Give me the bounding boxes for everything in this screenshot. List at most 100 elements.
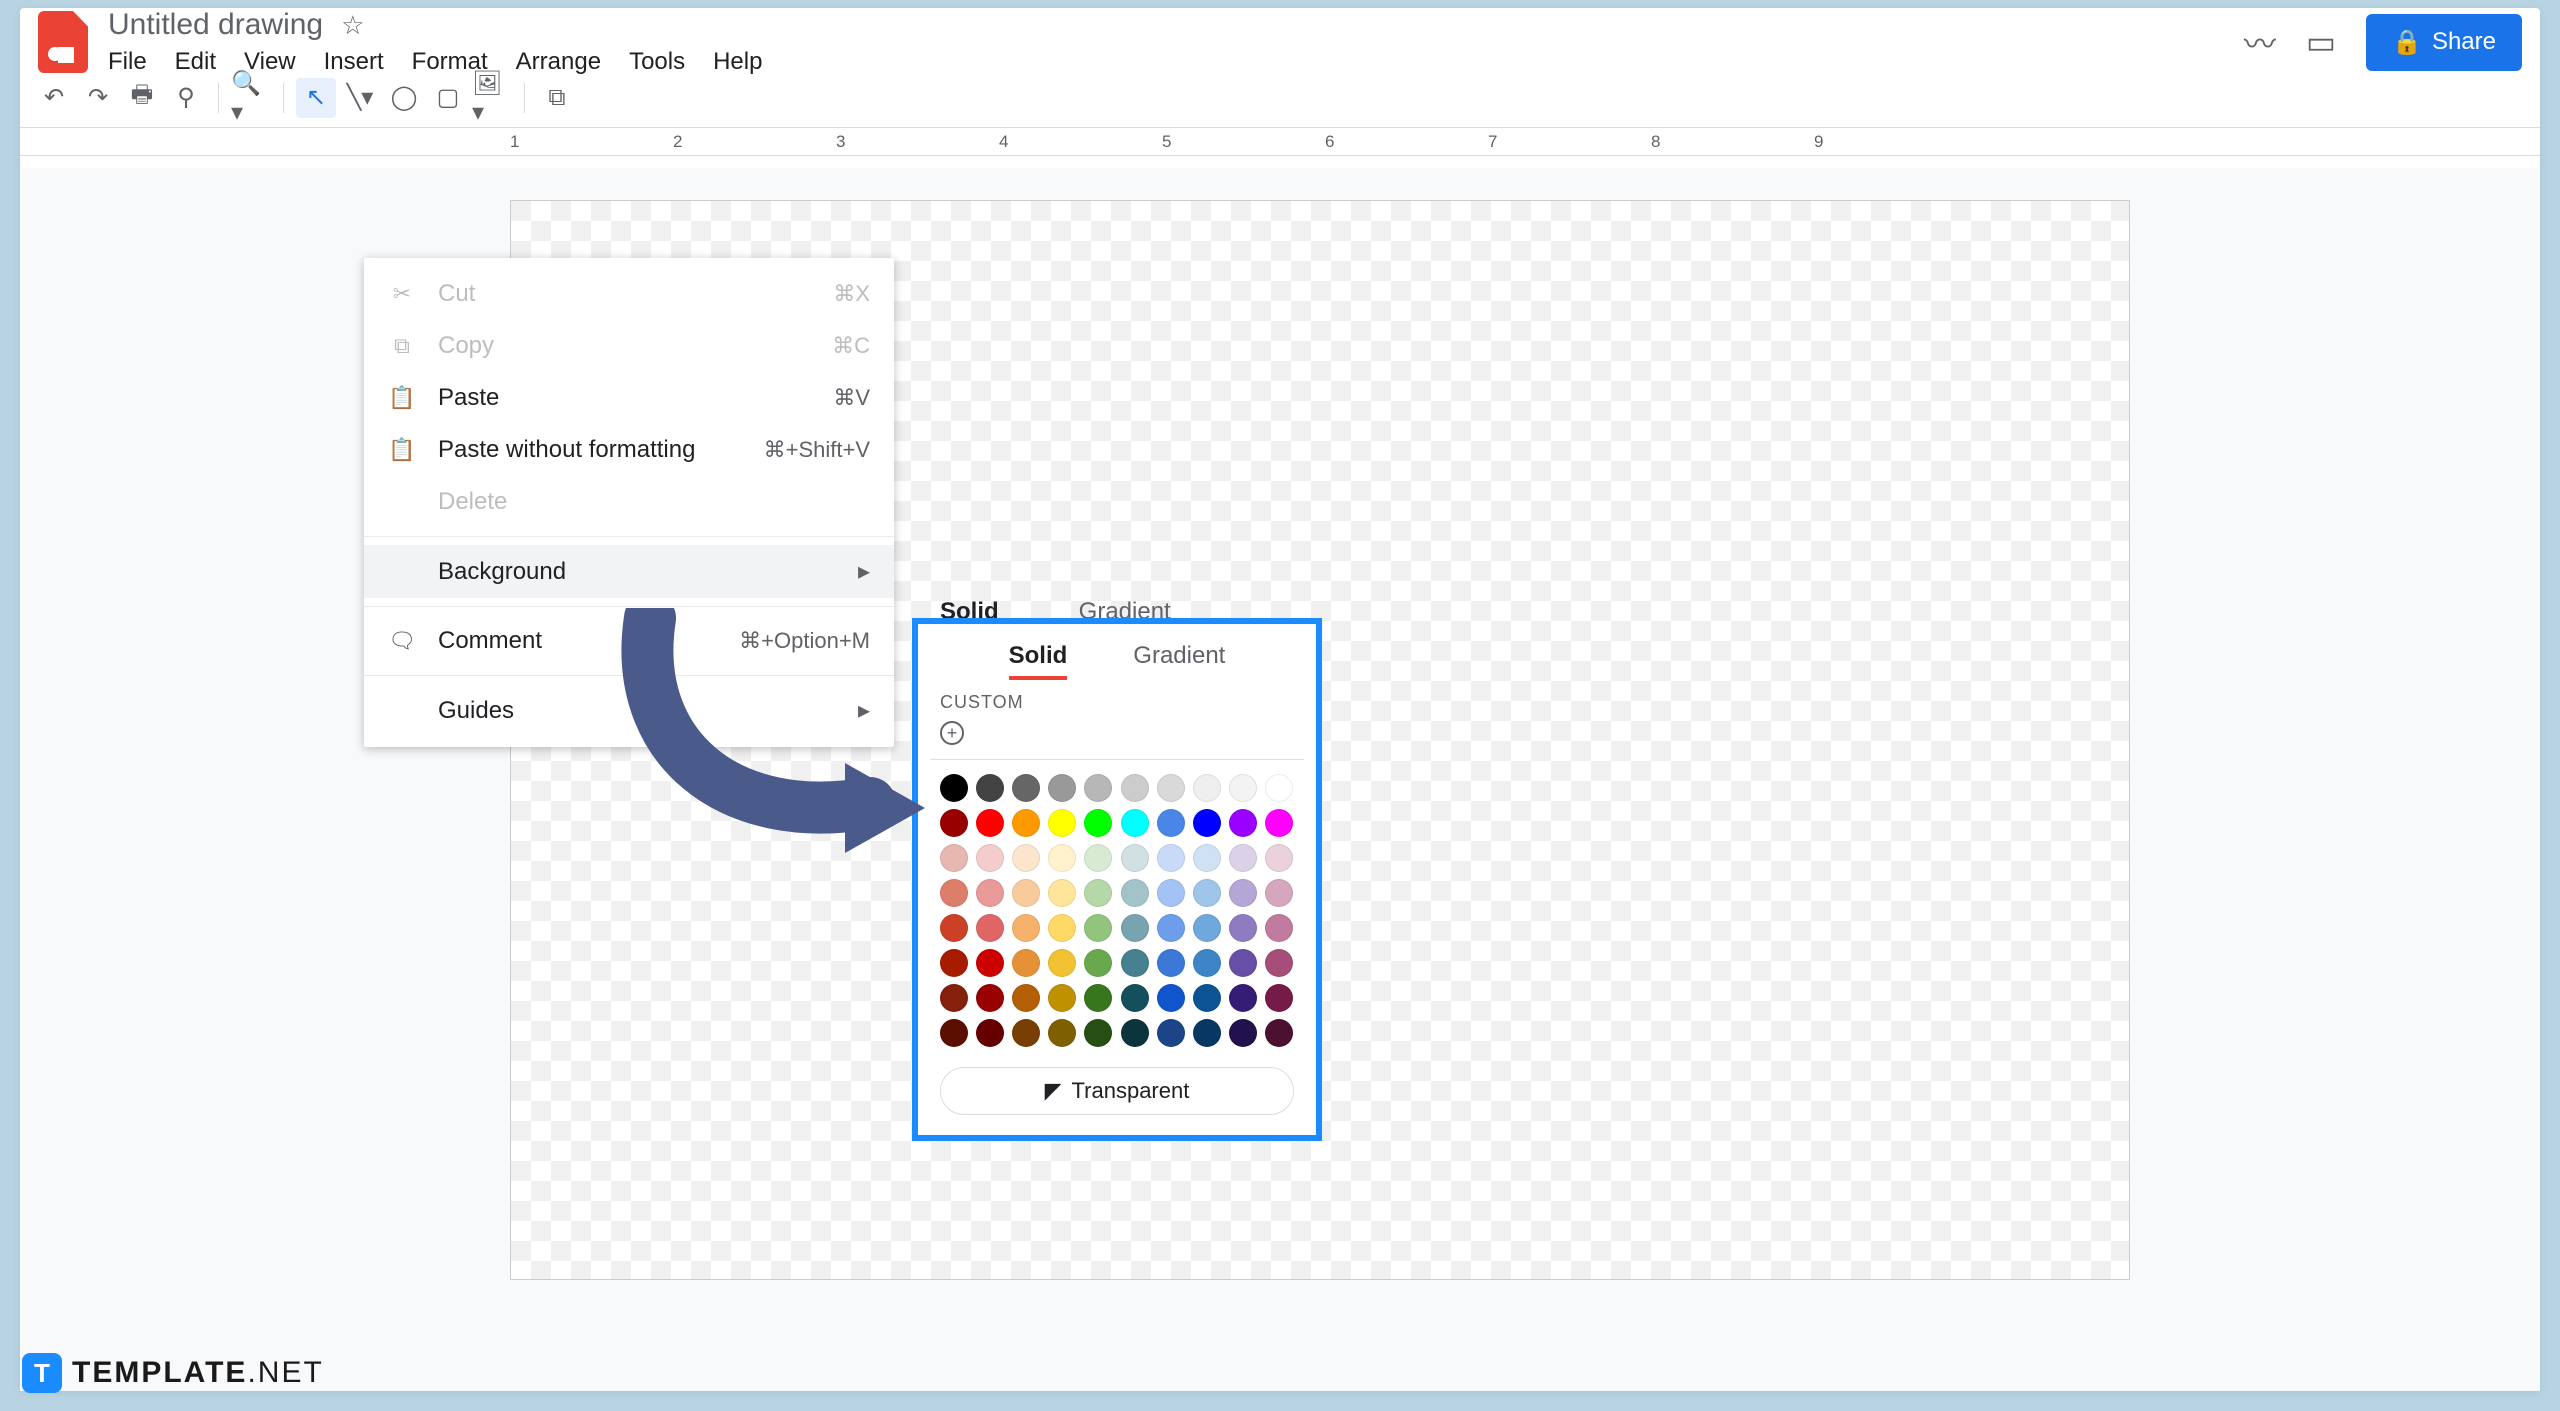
color-swatch[interactable] [1121, 879, 1149, 907]
color-swatch[interactable] [940, 949, 968, 977]
zoom-dropdown[interactable]: 🔍▾ [231, 78, 271, 118]
color-swatch[interactable] [1012, 914, 1040, 942]
color-swatch[interactable] [1048, 984, 1076, 1012]
color-swatch[interactable] [1265, 844, 1293, 872]
color-swatch[interactable] [1121, 774, 1149, 802]
color-swatch[interactable] [1121, 984, 1149, 1012]
color-swatch[interactable] [1157, 1019, 1185, 1047]
paint-format-button[interactable]: ⚲ [166, 78, 206, 118]
color-swatch[interactable] [1012, 879, 1040, 907]
ctx-guides[interactable]: Guides ▸ [364, 684, 894, 737]
color-swatch[interactable] [1157, 879, 1185, 907]
comments-icon[interactable]: ▭ [2306, 23, 2336, 61]
color-swatch[interactable] [1121, 914, 1149, 942]
color-swatch[interactable] [1012, 949, 1040, 977]
image-tool[interactable]: 🖼▾ [472, 78, 512, 118]
select-tool[interactable]: ↖ [296, 78, 336, 118]
color-swatch[interactable] [940, 809, 968, 837]
color-swatch[interactable] [976, 809, 1004, 837]
color-swatch[interactable] [1121, 809, 1149, 837]
color-swatch[interactable] [1157, 914, 1185, 942]
color-swatch[interactable] [1012, 984, 1040, 1012]
color-swatch[interactable] [1048, 879, 1076, 907]
color-swatch[interactable] [976, 774, 1004, 802]
activity-icon[interactable]: 〰 [2244, 19, 2276, 65]
color-swatch[interactable] [1084, 774, 1112, 802]
shape-tool[interactable]: ◯ [384, 78, 424, 118]
color-swatch[interactable] [1193, 984, 1221, 1012]
color-swatch[interactable] [1193, 949, 1221, 977]
color-swatch[interactable] [1084, 914, 1112, 942]
color-swatch[interactable] [1193, 1019, 1221, 1047]
color-swatch[interactable] [976, 844, 1004, 872]
color-swatch[interactable] [1265, 984, 1293, 1012]
color-swatch[interactable] [976, 879, 1004, 907]
drawings-app-icon[interactable] [38, 11, 88, 73]
color-swatch[interactable] [1084, 809, 1112, 837]
color-swatch[interactable] [1048, 949, 1076, 977]
color-swatch[interactable] [976, 949, 1004, 977]
color-swatch[interactable] [1048, 809, 1076, 837]
menu-insert[interactable]: Insert [324, 48, 384, 76]
color-swatch[interactable] [1229, 1019, 1257, 1047]
color-swatch[interactable] [1229, 844, 1257, 872]
color-swatch[interactable] [1157, 809, 1185, 837]
color-swatch[interactable] [1048, 1019, 1076, 1047]
menu-arrange[interactable]: Arrange [516, 48, 601, 76]
redo-button[interactable]: ↷ [78, 78, 118, 118]
color-swatch[interactable] [1229, 809, 1257, 837]
print-button[interactable]: 🖶 [122, 78, 162, 118]
color-swatch[interactable] [1012, 774, 1040, 802]
color-swatch[interactable] [1265, 774, 1293, 802]
color-swatch[interactable] [1157, 984, 1185, 1012]
color-swatch[interactable] [1121, 949, 1149, 977]
color-swatch[interactable] [940, 844, 968, 872]
color-swatch[interactable] [1084, 949, 1112, 977]
color-swatch[interactable] [940, 914, 968, 942]
color-swatch[interactable] [1084, 984, 1112, 1012]
color-swatch[interactable] [1084, 844, 1112, 872]
ctx-paste-without-formatting[interactable]: 📋 Paste without formatting ⌘+Shift+V [364, 424, 894, 476]
color-swatch[interactable] [1229, 949, 1257, 977]
color-swatch[interactable] [1193, 774, 1221, 802]
color-swatch[interactable] [1048, 774, 1076, 802]
color-swatch[interactable] [1157, 949, 1185, 977]
color-swatch[interactable] [1193, 879, 1221, 907]
add-custom-color-button[interactable]: + [940, 721, 964, 745]
color-swatch[interactable] [940, 879, 968, 907]
color-swatch[interactable] [1012, 1019, 1040, 1047]
color-swatch[interactable] [1229, 774, 1257, 802]
ctx-background[interactable]: Background ▸ [364, 545, 894, 598]
color-swatch[interactable] [1265, 809, 1293, 837]
menu-edit[interactable]: Edit [175, 48, 216, 76]
textbox-tool[interactable]: ▢ [428, 78, 468, 118]
color-swatch[interactable] [940, 774, 968, 802]
undo-button[interactable]: ↶ [34, 78, 74, 118]
color-swatch[interactable] [1265, 1019, 1293, 1047]
color-swatch[interactable] [976, 984, 1004, 1012]
color-swatch[interactable] [1048, 914, 1076, 942]
share-button[interactable]: 🔒 Share [2366, 14, 2522, 71]
menu-file[interactable]: File [108, 48, 147, 76]
transparent-button[interactable]: ◤ Transparent [940, 1067, 1294, 1115]
tab-gradient[interactable]: Gradient [1133, 642, 1225, 680]
ctx-comment[interactable]: 🗨 Comment ⌘+Option+M [364, 615, 894, 667]
color-swatch[interactable] [976, 1019, 1004, 1047]
color-swatch[interactable] [1229, 984, 1257, 1012]
menu-tools[interactable]: Tools [629, 48, 685, 76]
insert-comment-button[interactable]: ⧉ [537, 78, 577, 118]
color-swatch[interactable] [1121, 844, 1149, 872]
color-swatch[interactable] [1012, 809, 1040, 837]
color-swatch[interactable] [1265, 949, 1293, 977]
color-swatch[interactable] [1157, 774, 1185, 802]
color-swatch[interactable] [1084, 879, 1112, 907]
color-swatch[interactable] [1265, 879, 1293, 907]
tab-solid[interactable]: Solid [1009, 642, 1068, 680]
ctx-paste[interactable]: 📋 Paste ⌘V [364, 372, 894, 424]
color-swatch[interactable] [1229, 879, 1257, 907]
star-icon[interactable]: ☆ [341, 10, 364, 41]
color-swatch[interactable] [1084, 1019, 1112, 1047]
color-swatch[interactable] [976, 914, 1004, 942]
document-title[interactable]: Untitled drawing [108, 8, 323, 42]
color-swatch[interactable] [1157, 844, 1185, 872]
